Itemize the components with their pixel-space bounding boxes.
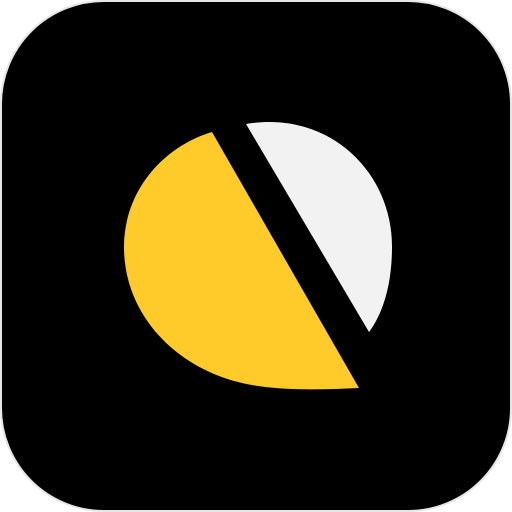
app-icon[interactable] — [0, 0, 512, 512]
logo-icon — [124, 121, 392, 390]
